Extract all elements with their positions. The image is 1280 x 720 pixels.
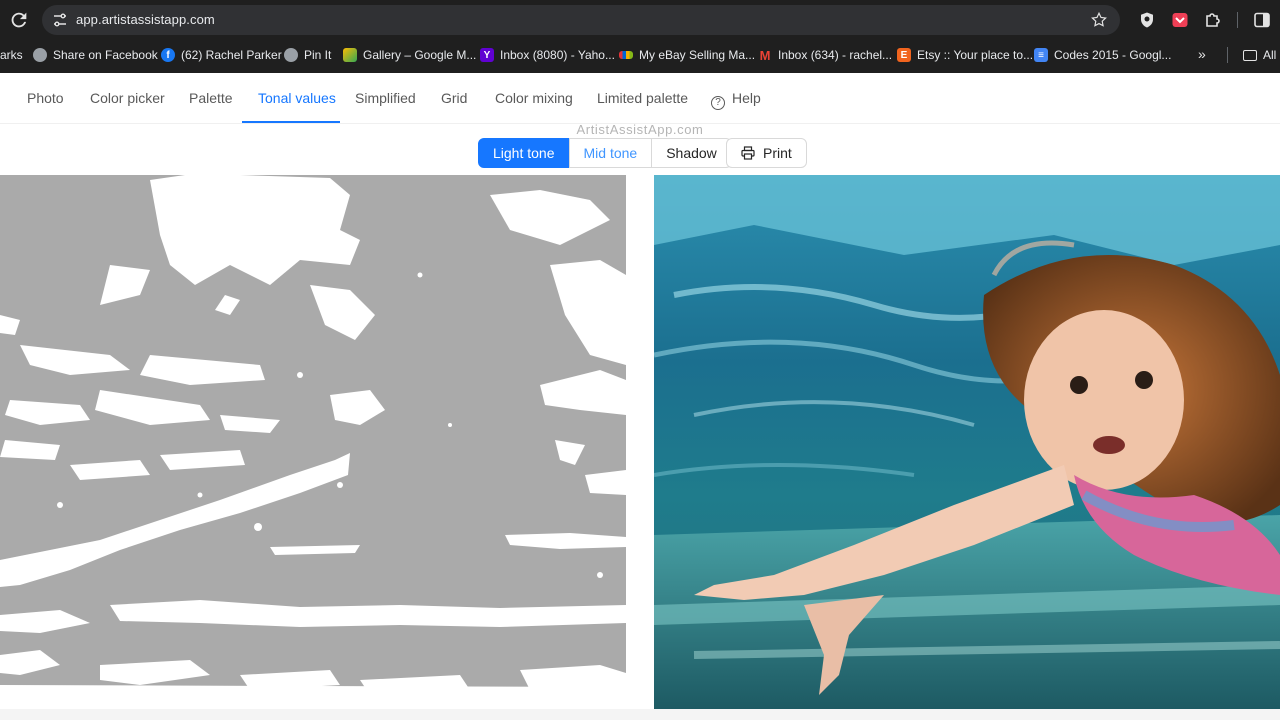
bookmark-star-icon[interactable] bbox=[1090, 11, 1108, 29]
ebay-icon bbox=[619, 51, 633, 59]
underwater-swimmer-photo bbox=[654, 175, 1280, 709]
tab-limited-palette[interactable]: Limited palette bbox=[597, 90, 688, 106]
bottom-edge bbox=[0, 709, 1280, 720]
gmail-icon: M bbox=[759, 47, 771, 63]
bookmark-etsy[interactable]: E Etsy :: Your place to... bbox=[897, 46, 1033, 64]
bookmark-overflow-label[interactable]: arks bbox=[0, 46, 23, 64]
folder-icon bbox=[1243, 49, 1257, 61]
tab-help[interactable]: ? Help bbox=[711, 90, 761, 110]
tonal-values-image bbox=[0, 175, 626, 709]
extensions-puzzle-icon[interactable] bbox=[1204, 11, 1222, 29]
address-bar[interactable]: app.artistassistapp.com bbox=[42, 5, 1120, 35]
print-button[interactable]: Print bbox=[726, 138, 807, 168]
tab-palette[interactable]: Palette bbox=[189, 90, 233, 106]
tab-color-picker[interactable]: Color picker bbox=[90, 90, 165, 106]
bookmark-ebay[interactable]: My eBay Selling Ma... bbox=[619, 46, 755, 64]
bookmark-all-folder[interactable]: All bbox=[1243, 46, 1276, 64]
light-tone-map bbox=[0, 175, 626, 709]
reload-icon[interactable] bbox=[8, 9, 30, 31]
bookmark-codes-2015[interactable]: ≡ Codes 2015 - Googl... bbox=[1034, 46, 1171, 64]
tab-color-mixing[interactable]: Color mixing bbox=[495, 90, 573, 106]
printer-icon bbox=[741, 146, 755, 160]
toolbar-divider bbox=[1237, 12, 1238, 28]
bookmark-gmail-inbox[interactable]: M Inbox (634) - rachel... bbox=[758, 46, 892, 64]
bookmark-yahoo-inbox[interactable]: Y Inbox (8080) - Yaho... bbox=[480, 46, 615, 64]
tone-selector: Light tone Mid tone Shadow bbox=[478, 138, 732, 168]
tab-simplified[interactable]: Simplified bbox=[355, 90, 416, 106]
google-photos-icon bbox=[343, 48, 357, 62]
bookmarks-bar: arks Share on Facebook f (62) Rachel Park… bbox=[0, 42, 1280, 68]
mid-tone-option[interactable]: Mid tone bbox=[568, 138, 653, 168]
bookmark-pin-it[interactable]: Pin It bbox=[284, 46, 331, 64]
site-info-icon[interactable] bbox=[52, 12, 68, 28]
side-panel-icon[interactable] bbox=[1253, 11, 1271, 29]
google-docs-icon: ≡ bbox=[1034, 48, 1048, 62]
tab-tonal-values[interactable]: Tonal values bbox=[258, 90, 336, 106]
light-tone-option[interactable]: Light tone bbox=[478, 138, 570, 168]
tab-photo[interactable]: Photo bbox=[27, 90, 64, 106]
globe-icon bbox=[284, 48, 298, 62]
bookmarks-more-chevron-icon[interactable]: » bbox=[1198, 46, 1206, 62]
yahoo-icon: Y bbox=[480, 48, 494, 62]
bookmark-google-gallery[interactable]: Gallery – Google M... bbox=[343, 46, 476, 64]
url-text[interactable]: app.artistassistapp.com bbox=[76, 12, 215, 27]
globe-icon bbox=[33, 48, 47, 62]
facebook-icon: f bbox=[161, 48, 175, 62]
shadow-option[interactable]: Shadow bbox=[651, 138, 732, 168]
tab-grid[interactable]: Grid bbox=[441, 90, 467, 106]
tab-help-label: Help bbox=[732, 90, 761, 106]
question-circle-icon: ? bbox=[711, 96, 725, 110]
browser-toolbar: app.artistassistapp.com arks Share on Fa… bbox=[0, 0, 1280, 73]
print-label: Print bbox=[763, 145, 792, 161]
bookmark-facebook[interactable]: f (62) Rachel Parker bbox=[161, 46, 282, 64]
bookmark-share-on-facebook[interactable]: Share on Facebook bbox=[33, 46, 158, 64]
app-tab-bar: Photo Color picker Palette Tonal values … bbox=[0, 73, 1280, 124]
pocket-extension-icon[interactable] bbox=[1171, 11, 1189, 29]
etsy-icon: E bbox=[897, 48, 911, 62]
bookmarks-divider bbox=[1227, 47, 1228, 63]
shield-extension-icon[interactable] bbox=[1138, 11, 1156, 29]
watermark-text: ArtistAssistApp.com bbox=[576, 122, 704, 137]
reference-photo bbox=[654, 175, 1280, 709]
